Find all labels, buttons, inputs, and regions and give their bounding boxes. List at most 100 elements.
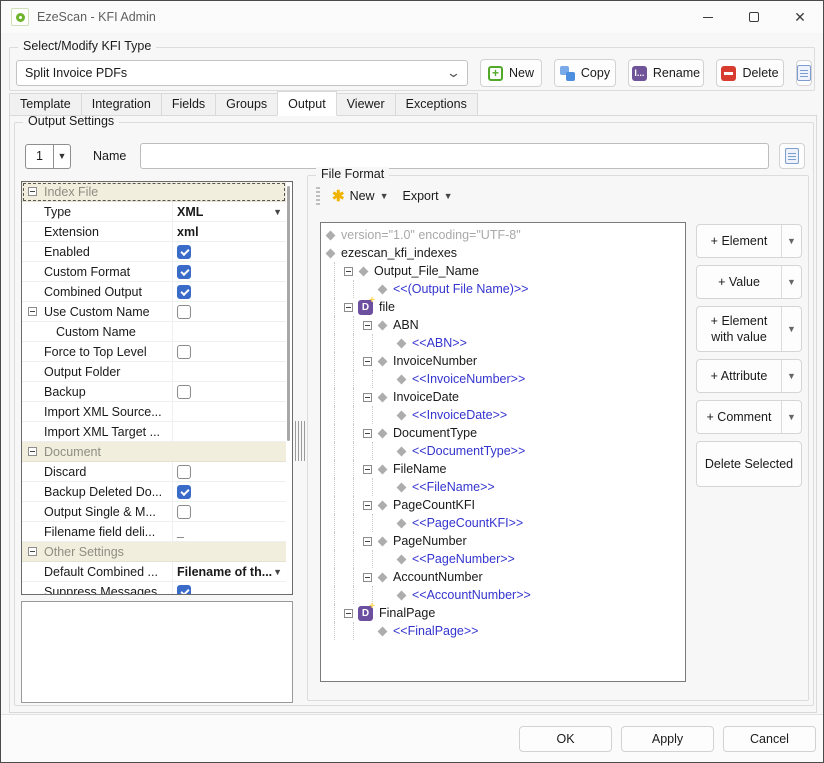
property-value[interactable] <box>172 302 286 321</box>
collapse-icon[interactable] <box>28 307 37 316</box>
property-row[interactable]: Discard <box>22 462 286 482</box>
checkbox-checked[interactable] <box>177 285 191 299</box>
property-row[interactable]: Backup Deleted Do... <box>22 482 286 502</box>
tree-item[interactable]: Output_File_Name <box>321 262 685 280</box>
property-value[interactable] <box>172 502 286 521</box>
chevron-down-icon[interactable]: ▼ <box>781 266 801 298</box>
property-row[interactable]: Default Combined ...Filename of th...▼ <box>22 562 286 582</box>
tree-item[interactable]: InvoiceNumber <box>321 352 685 370</box>
close-button[interactable]: ✕ <box>777 1 823 33</box>
tree-item[interactable]: version="1.0" encoding="UTF-8" <box>321 226 685 244</box>
tree-item[interactable]: PageCountKFI <box>321 496 685 514</box>
property-row[interactable]: Force to Top Level <box>22 342 286 362</box>
tree-collapse-icon[interactable] <box>363 393 372 402</box>
checkbox-checked[interactable] <box>177 485 191 499</box>
tree-collapse-icon[interactable] <box>363 465 372 474</box>
property-value[interactable]: _ <box>172 522 286 541</box>
property-row[interactable]: Output Folder <box>22 362 286 382</box>
checkbox-unchecked[interactable] <box>177 505 191 519</box>
property-row[interactable]: Use Custom Name <box>22 302 286 322</box>
checkbox-unchecked[interactable] <box>177 305 191 319</box>
property-row[interactable]: Enabled <box>22 242 286 262</box>
property-row[interactable]: Filename field deli..._ <box>22 522 286 542</box>
tree-item[interactable]: <<PageNumber>> <box>321 550 685 568</box>
new-kfi-button[interactable]: + New <box>480 59 542 87</box>
grid-section-row[interactable]: Index File <box>22 182 286 202</box>
name-notes-button[interactable] <box>779 143 805 169</box>
maximize-button[interactable] <box>731 1 777 33</box>
chevron-down-icon[interactable]: ▼ <box>781 401 801 433</box>
property-value[interactable] <box>172 462 286 481</box>
tree-collapse-icon[interactable] <box>363 501 372 510</box>
property-value[interactable] <box>172 242 286 261</box>
delete-kfi-button[interactable]: Delete <box>716 59 784 87</box>
collapse-icon[interactable] <box>28 547 37 556</box>
property-row[interactable]: Extensionxml <box>22 222 286 242</box>
property-row[interactable]: Import XML Source... <box>22 402 286 422</box>
cancel-button[interactable]: Cancel <box>723 726 816 752</box>
checkbox-unchecked[interactable] <box>177 345 191 359</box>
property-value[interactable] <box>172 362 286 381</box>
attribute-button[interactable]: + Attribute▼ <box>696 359 802 393</box>
checkbox-checked[interactable] <box>177 245 191 259</box>
collapse-icon[interactable] <box>28 187 37 196</box>
property-value[interactable] <box>172 382 286 401</box>
property-row[interactable]: Import XML Target ... <box>22 422 286 442</box>
dropdown-arrow-icon[interactable]: ▼ <box>273 567 282 577</box>
property-value[interactable]: Filename of th...▼ <box>172 562 286 581</box>
tree-item[interactable]: PageNumber <box>321 532 685 550</box>
panel-splitter-handle[interactable] <box>295 421 307 461</box>
element-button[interactable]: + Element▼ <box>696 224 802 258</box>
property-grid-scrollbar[interactable] <box>287 186 290 441</box>
property-row[interactable]: Custom Name <box>22 322 286 342</box>
grid-section-row[interactable]: Other Settings <box>22 542 286 562</box>
checkbox-unchecked[interactable] <box>177 385 191 399</box>
kfi-type-combobox[interactable]: Split Invoice PDFs ⌄ <box>16 60 468 86</box>
rename-kfi-button[interactable]: I... Rename <box>628 59 704 87</box>
chevron-down-icon[interactable]: ▼ <box>781 225 801 257</box>
chevron-down-icon[interactable]: ▼ <box>781 307 801 351</box>
property-value[interactable] <box>172 422 286 441</box>
tree-item[interactable]: <<InvoiceNumber>> <box>321 370 685 388</box>
property-value[interactable]: XML▼ <box>172 202 286 221</box>
checkbox-unchecked[interactable] <box>177 465 191 479</box>
tree-item[interactable]: <<FinalPage>> <box>321 622 685 640</box>
tree-item[interactable]: DocumentType <box>321 424 685 442</box>
tree-item[interactable]: <<AccountNumber>> <box>321 586 685 604</box>
tree-item[interactable]: <<(Output File Name)>> <box>321 280 685 298</box>
output-index-selector[interactable]: 1 ▼ <box>25 144 71 169</box>
property-row[interactable]: Combined Output <box>22 282 286 302</box>
property-row[interactable]: Suppress Messages <box>22 582 286 595</box>
tree-item[interactable]: <<FileName>> <box>321 478 685 496</box>
tab-fields[interactable]: Fields <box>161 93 216 116</box>
collapse-icon[interactable] <box>28 447 37 456</box>
tree-item[interactable]: <<ABN>> <box>321 334 685 352</box>
property-row[interactable]: Backup <box>22 382 286 402</box>
checkbox-checked[interactable] <box>177 585 191 596</box>
property-value[interactable] <box>172 262 286 281</box>
property-row[interactable]: Custom Format <box>22 262 286 282</box>
checkbox-checked[interactable] <box>177 265 191 279</box>
property-row[interactable]: Output Single & M... <box>22 502 286 522</box>
tab-exceptions[interactable]: Exceptions <box>395 93 478 116</box>
tree-item[interactable]: InvoiceDate <box>321 388 685 406</box>
grid-section-row[interactable]: Document <box>22 442 286 462</box>
minimize-button[interactable] <box>685 1 731 33</box>
apply-button[interactable]: Apply <box>621 726 714 752</box>
tab-groups[interactable]: Groups <box>215 93 278 116</box>
tree-collapse-icon[interactable] <box>344 303 353 312</box>
tree-item[interactable]: DFinalPage <box>321 604 685 622</box>
tree-collapse-icon[interactable] <box>363 573 372 582</box>
property-row[interactable]: TypeXML▼ <box>22 202 286 222</box>
chevron-down-icon[interactable]: ▼ <box>781 360 801 392</box>
tab-output[interactable]: Output <box>277 91 337 116</box>
property-value[interactable] <box>172 322 286 341</box>
value-button[interactable]: + Value▼ <box>696 265 802 299</box>
tree-item[interactable]: <<PageCountKFI>> <box>321 514 685 532</box>
tab-template[interactable]: Template <box>9 93 82 116</box>
tree-item[interactable]: <<InvoiceDate>> <box>321 406 685 424</box>
tree-collapse-icon[interactable] <box>363 321 372 330</box>
delete-selected-button[interactable]: Delete Selected <box>696 441 802 487</box>
tree-item[interactable]: Dfile <box>321 298 685 316</box>
tree-item[interactable]: <<DocumentType>> <box>321 442 685 460</box>
